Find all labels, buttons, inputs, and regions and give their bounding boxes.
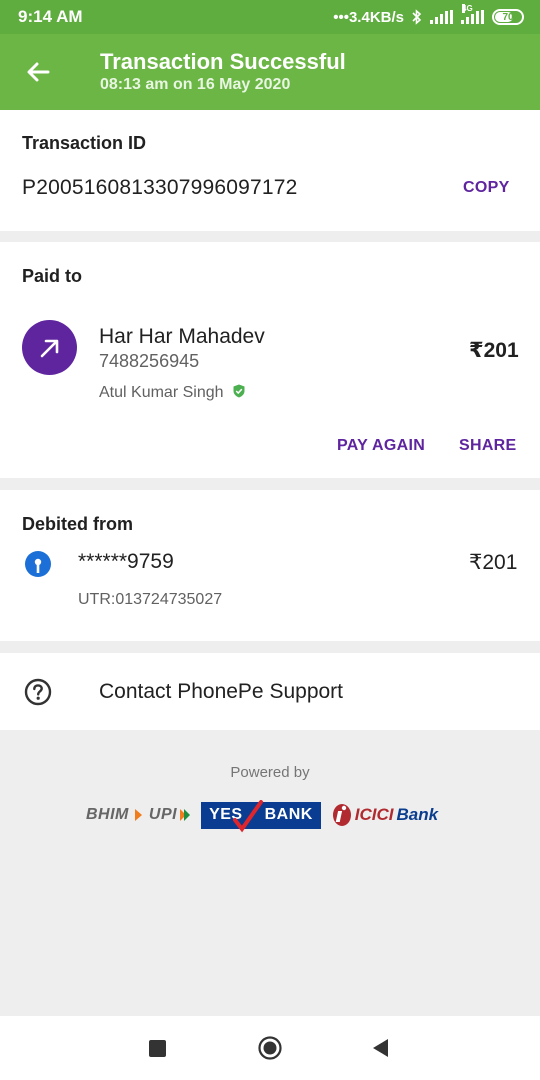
bhim-upi-logo: BHIM UPI (86, 806, 191, 824)
page-title: Transaction Successful (100, 49, 346, 74)
debit-account: ******9759 (78, 550, 174, 573)
back-arrow-icon[interactable] (22, 56, 54, 88)
status-bar: 9:14 AM •••3.4KB/s 4G 70 (0, 0, 540, 34)
system-nav-bar (0, 1016, 540, 1080)
copy-button[interactable]: COPY (463, 179, 510, 197)
paid-to-label: Paid to (22, 266, 83, 286)
status-indicators: •••3.4KB/s 4G 70 (333, 4, 524, 28)
recents-icon[interactable] (149, 1040, 166, 1057)
transaction-id-card: Transaction ID P2005160813307996097172 C… (0, 110, 540, 231)
signal-icon (430, 10, 453, 24)
payee-avatar (22, 320, 77, 375)
sbi-bank-icon (25, 551, 51, 577)
verified-badge-icon (233, 384, 245, 398)
transaction-id-label: Transaction ID (22, 133, 147, 153)
support-label: Contact PhonePe Support (99, 680, 344, 703)
signal-4g-icon: 4G (461, 4, 484, 24)
home-icon[interactable] (258, 1036, 282, 1060)
transaction-id-value: P2005160813307996097172 (22, 176, 298, 199)
verified-name: Atul Kumar Singh (99, 384, 224, 401)
transaction-timestamp: 08:13 am on 16 May 2020 (100, 76, 291, 93)
network-speed: •••3.4KB/s (333, 8, 404, 26)
back-triangle-icon[interactable] (371, 1038, 389, 1058)
icici-bank-logo: ICICI Bank (331, 802, 438, 828)
verified-name-row: Atul Kumar Singh (99, 384, 246, 402)
bluetooth-icon (412, 9, 422, 25)
yes-bank-logo: YES BANK (201, 799, 321, 832)
support-row[interactable]: Contact PhonePe Support (0, 653, 540, 730)
powered-by-label: Powered by (230, 764, 310, 781)
partner-logos: BHIM UPI YES BANK ICICI Bank (86, 795, 438, 835)
app-bar: Transaction Successful 08:13 am on 16 Ma… (0, 34, 540, 110)
status-time: 9:14 AM (18, 7, 83, 26)
paid-to-card: Paid to Har Har Mahadev 7488256945 Atul … (0, 242, 540, 478)
debit-amount: ₹201 (469, 551, 518, 574)
paid-amount: ₹201 (469, 339, 519, 362)
battery-icon: 70 (492, 9, 524, 25)
payee-phone: 7488256945 (99, 351, 200, 371)
pay-again-button[interactable]: PAY AGAIN (337, 437, 425, 455)
utr-number: UTR:013724735027 (78, 591, 223, 608)
debited-from-label: Debited from (22, 514, 134, 534)
payee-name: Har Har Mahadev (99, 325, 265, 348)
debited-from-card: Debited from ******9759 ₹201 UTR:0137247… (0, 490, 540, 641)
payment-arrow-icon (40, 339, 58, 357)
help-circle-icon (24, 678, 52, 706)
share-button[interactable]: SHARE (459, 437, 517, 455)
